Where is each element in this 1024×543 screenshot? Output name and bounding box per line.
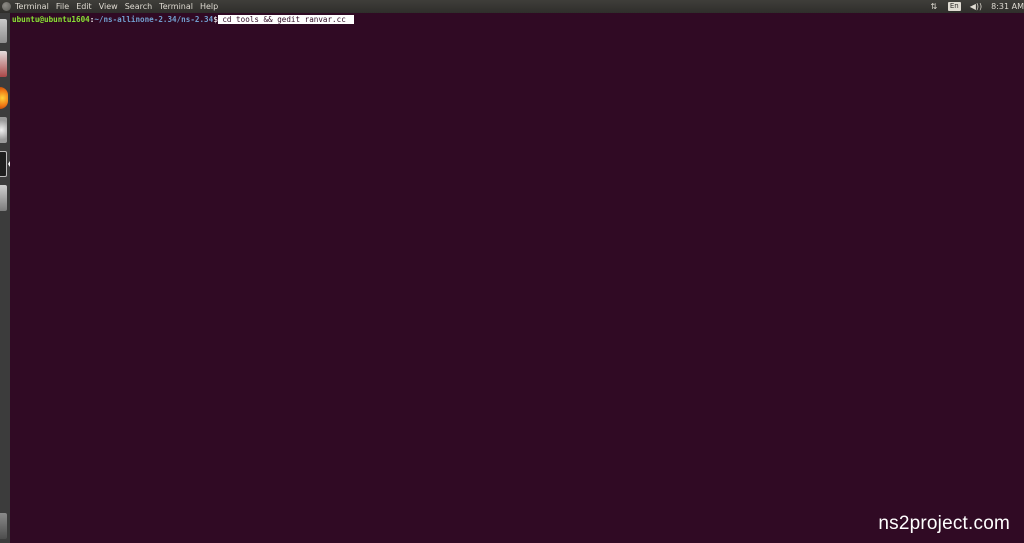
menu-search[interactable]: Search — [125, 0, 152, 13]
prompt-user-host: ubuntu@ubuntu1604 — [12, 15, 90, 24]
command-text[interactable]: cd tools && gedit ranvar.cc — [217, 15, 354, 24]
firefox-icon[interactable] — [0, 87, 8, 109]
system-settings-icon[interactable] — [0, 117, 7, 143]
menu-file[interactable]: File — [56, 0, 69, 13]
prompt-path: ~/ns-allinone-2.34/ns-2.34 — [94, 15, 214, 24]
files-icon[interactable] — [0, 19, 7, 43]
menu-help[interactable]: Help — [200, 0, 218, 13]
menu-edit[interactable]: Edit — [76, 0, 92, 13]
menu-view[interactable]: View — [99, 0, 118, 13]
terminal-area[interactable]: ubuntu@ubuntu1604:~/ns-allinone-2.34/ns-… — [10, 13, 1024, 543]
terminal-icon[interactable] — [0, 151, 7, 177]
volume-icon[interactable]: ◀)) — [970, 0, 982, 13]
menu-terminal[interactable]: Terminal — [159, 0, 193, 13]
application-menu: Terminal File Edit View Search Terminal … — [15, 0, 218, 13]
tools-icon[interactable] — [0, 185, 7, 211]
keyboard-layout-indicator[interactable]: En — [947, 2, 961, 11]
command-line[interactable]: ubuntu@ubuntu1604:~/ns-allinone-2.34/ns-… — [12, 14, 354, 25]
app-name-label: Terminal — [15, 2, 49, 11]
close-window-icon[interactable] — [2, 2, 11, 11]
document-viewer-icon[interactable] — [0, 51, 7, 77]
clock[interactable]: 8:31 AM — [991, 0, 1024, 13]
network-transfer-icon[interactable]: ⇅ — [929, 2, 939, 11]
trash-icon[interactable] — [0, 513, 7, 539]
top-menu-bar: Terminal File Edit View Search Terminal … — [0, 0, 1024, 13]
unity-launcher — [0, 13, 10, 543]
system-indicators: ⇅ En ◀)) 8:31 AM — [929, 0, 1024, 13]
watermark: ns2project.com — [878, 513, 1010, 534]
